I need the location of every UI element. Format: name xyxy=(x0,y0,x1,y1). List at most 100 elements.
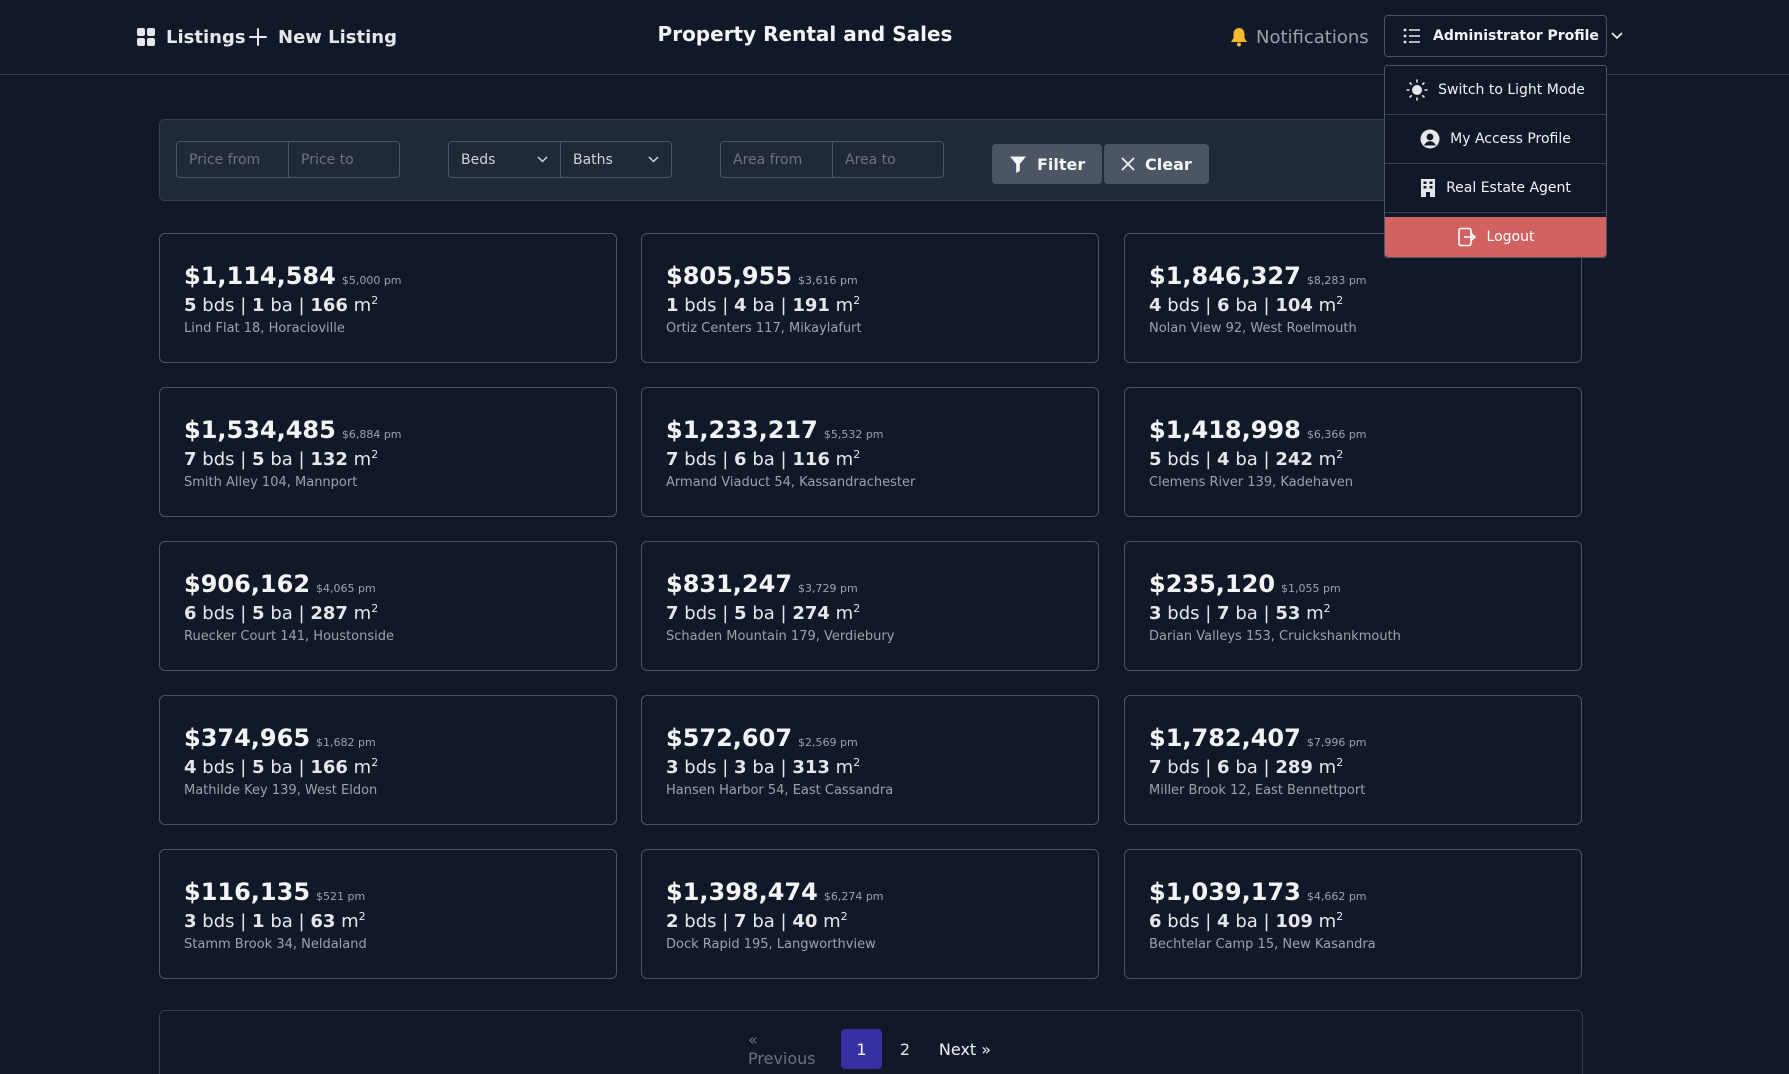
listing-card[interactable]: $1,114,584 $5,000 pm 5 bds | 1 ba | 166 m2… xyxy=(159,233,617,363)
baths-count: 6 xyxy=(734,449,747,470)
beds-unit: bds xyxy=(202,603,235,624)
price-to-input[interactable]: Price to xyxy=(288,142,399,177)
listing-price: $1,114,584 xyxy=(184,262,336,290)
listing-rent: $1,055 pm xyxy=(1281,582,1341,595)
listing-specs: 6 bds | 4 ba | 109 m2 xyxy=(1149,910,1343,932)
baths-unit: ba xyxy=(752,757,775,778)
listing-card[interactable]: $1,782,407 $7,996 pm 7 bds | 6 ba | 289 m2… xyxy=(1124,695,1582,825)
separator: | xyxy=(780,757,787,778)
area-unit: m xyxy=(823,911,841,932)
listing-specs: 7 bds | 5 ba | 274 m2 xyxy=(666,602,860,624)
listing-address: Miller Brook 12, East Bennettport xyxy=(1149,783,1366,798)
baths-unit: ba xyxy=(1235,757,1258,778)
beds-count: 1 xyxy=(666,295,679,316)
close-icon xyxy=(1121,157,1135,171)
page-1-button[interactable]: 1 xyxy=(841,1029,882,1069)
listing-card[interactable]: $1,233,217 $5,532 pm 7 bds | 6 ba | 116 m2… xyxy=(641,387,1099,517)
logout-button[interactable]: Logout xyxy=(1385,217,1606,257)
beds-unit: bds xyxy=(1167,911,1200,932)
listings-label: Listings xyxy=(166,26,246,48)
listing-price: $1,418,998 xyxy=(1149,416,1301,444)
beds-unit: bds xyxy=(202,295,235,316)
beds-count: 6 xyxy=(184,603,197,624)
listing-address: Dock Rapid 195, Langworthview xyxy=(666,937,876,952)
listings-link[interactable]: Listings xyxy=(136,20,246,54)
clear-button[interactable]: Clear xyxy=(1104,144,1209,184)
baths-unit: ba xyxy=(270,757,293,778)
menu-item-real-estate-agent[interactable]: Real Estate Agent xyxy=(1385,164,1606,213)
separator: | xyxy=(1263,295,1270,316)
area-from-input[interactable]: Area from xyxy=(721,142,832,177)
listing-address: Nolan View 92, West Roelmouth xyxy=(1149,321,1357,336)
baths-select[interactable]: Baths xyxy=(560,142,671,177)
listing-card[interactable]: $831,247 $3,729 pm 7 bds | 5 ba | 274 m2 Sc… xyxy=(641,541,1099,671)
listing-address: Armand Viaduct 54, Kassandrachester xyxy=(666,475,916,490)
beds-count: 5 xyxy=(184,295,197,316)
new-listing-link[interactable]: New Listing xyxy=(248,20,397,54)
area-unit: m xyxy=(1318,911,1337,932)
price-row: $831,247 $3,729 pm xyxy=(666,570,858,598)
listing-card[interactable]: $235,120 $1,055 pm 3 bds | 7 ba | 53 m2 Dar… xyxy=(1124,541,1582,671)
listing-card[interactable]: $116,135 $521 pm 3 bds | 1 ba | 63 m2 Stamm… xyxy=(159,849,617,979)
listing-address: Stamm Brook 34, Neldaland xyxy=(184,937,367,952)
funnel-icon xyxy=(1009,155,1027,173)
beds-count: 6 xyxy=(1149,911,1162,932)
listing-price: $374,965 xyxy=(184,724,311,752)
listing-card[interactable]: $572,607 $2,569 pm 3 bds | 3 ba | 313 m2 Ha… xyxy=(641,695,1099,825)
listing-specs: 2 bds | 7 ba | 40 m2 xyxy=(666,910,848,932)
listing-address: Schaden Mountain 179, Verdiebury xyxy=(666,629,895,644)
baths-unit: ba xyxy=(1235,603,1258,624)
area-value: 287 xyxy=(310,603,348,624)
separator: | xyxy=(1263,757,1270,778)
listing-specs: 4 bds | 5 ba | 166 m2 xyxy=(184,756,378,778)
beds-count: 4 xyxy=(184,757,197,778)
beds-unit: bds xyxy=(1167,603,1200,624)
beds-count: 7 xyxy=(666,603,679,624)
listing-card[interactable]: $1,398,474 $6,274 pm 2 bds | 7 ba | 40 m2 D… xyxy=(641,849,1099,979)
area-unit-exponent: 2 xyxy=(853,602,861,615)
baths-count: 5 xyxy=(734,603,747,624)
filter-button[interactable]: Filter xyxy=(992,144,1103,184)
menu-item-access-profile[interactable]: My Access Profile xyxy=(1385,115,1606,164)
price-row: $235,120 $1,055 pm xyxy=(1149,570,1341,598)
area-value: 191 xyxy=(792,295,830,316)
listing-card[interactable]: $1,534,485 $6,884 pm 7 bds | 5 ba | 132 m2… xyxy=(159,387,617,517)
price-row: $1,398,474 $6,274 pm xyxy=(666,878,884,906)
next-page-link[interactable]: Next » xyxy=(935,1029,995,1069)
price-from-input[interactable]: Price from xyxy=(177,142,288,177)
listing-address: Hansen Harbor 54, East Cassandra xyxy=(666,783,894,798)
menu-item-light-mode[interactable]: Switch to Light Mode xyxy=(1385,66,1606,115)
area-to-input[interactable]: Area to xyxy=(832,142,943,177)
separator: | xyxy=(780,603,787,624)
previous-page-link[interactable]: « Previous xyxy=(748,1029,830,1069)
listing-card[interactable]: $805,955 $3,616 pm 1 bds | 4 ba | 191 m2 Or… xyxy=(641,233,1099,363)
listing-price: $1,039,173 xyxy=(1149,878,1301,906)
listing-specs: 7 bds | 6 ba | 116 m2 xyxy=(666,448,860,470)
area-value: 166 xyxy=(310,295,348,316)
listing-rent: $8,283 pm xyxy=(1306,274,1367,287)
beds-unit: bds xyxy=(202,449,235,470)
listing-rent: $3,729 pm xyxy=(798,582,858,595)
new-listing-label: New Listing xyxy=(278,26,397,48)
beds-select[interactable]: Beds xyxy=(449,142,560,177)
area-unit-exponent: 2 xyxy=(371,756,379,769)
separator: | xyxy=(298,449,305,470)
listing-card[interactable]: $906,162 $4,065 pm 6 bds | 5 ba | 287 m2 Ru… xyxy=(159,541,617,671)
listing-rent: $4,662 pm xyxy=(1306,890,1367,903)
baths-count: 5 xyxy=(252,757,265,778)
beds-count: 5 xyxy=(1149,449,1162,470)
notifications-link[interactable]: Notifications xyxy=(1230,22,1369,52)
area-unit-exponent: 2 xyxy=(1323,602,1331,615)
separator: | xyxy=(780,449,787,470)
beds-count: 3 xyxy=(184,911,197,932)
area-unit: m xyxy=(835,603,854,624)
area-unit-exponent: 2 xyxy=(1336,910,1344,923)
separator: | xyxy=(722,911,729,932)
page-2-button[interactable]: 2 xyxy=(885,1029,925,1069)
listing-card[interactable]: $374,965 $1,682 pm 4 bds | 5 ba | 166 m2 Ma… xyxy=(159,695,617,825)
profile-menu-button[interactable]: Administrator Profile xyxy=(1384,15,1623,57)
listing-specs: 7 bds | 6 ba | 289 m2 xyxy=(1149,756,1343,778)
price-row: $1,233,217 $5,532 pm xyxy=(666,416,884,444)
listing-card[interactable]: $1,418,998 $6,366 pm 5 bds | 4 ba | 242 m2… xyxy=(1124,387,1582,517)
listing-card[interactable]: $1,039,173 $4,662 pm 6 bds | 4 ba | 109 m2… xyxy=(1124,849,1582,979)
